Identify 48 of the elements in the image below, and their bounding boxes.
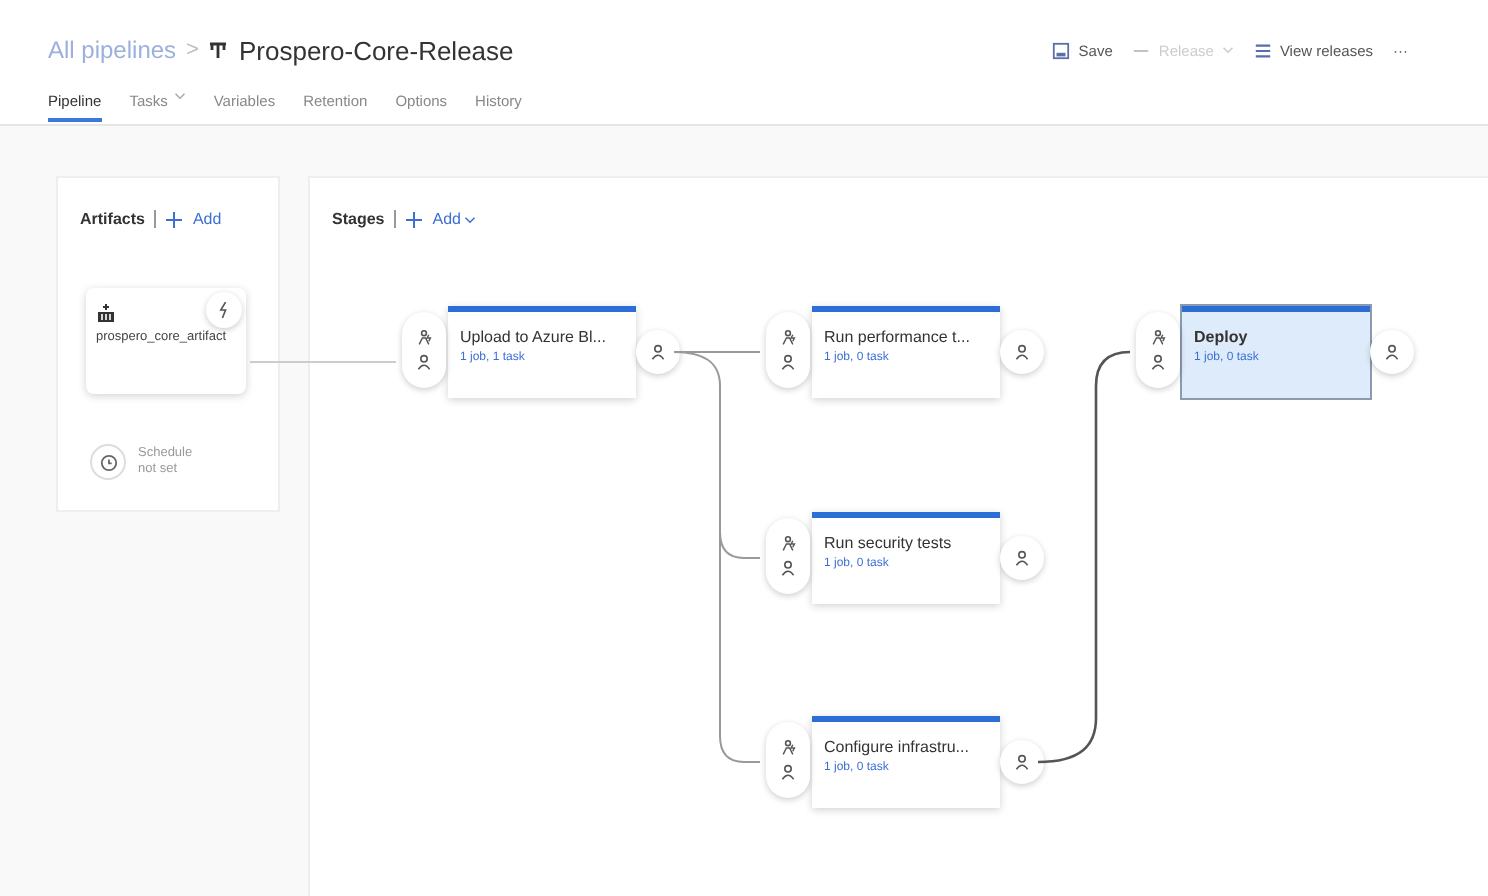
clock-icon	[99, 453, 117, 471]
trigger-icon	[780, 330, 796, 346]
person-icon	[416, 354, 432, 370]
person-icon	[780, 764, 796, 780]
pre-deployment-conditions-button[interactable]	[766, 722, 810, 798]
plus-icon	[166, 211, 183, 227]
plus-icon	[406, 211, 423, 227]
artifacts-heading: Artifacts	[80, 210, 145, 228]
stage-name: Deploy	[1194, 328, 1250, 346]
artifact-icon	[96, 304, 116, 324]
schedule-button[interactable]	[90, 444, 126, 480]
post-deployment-conditions-button[interactable]	[636, 330, 680, 374]
trigger-icon	[1150, 330, 1166, 346]
add-artifact-link[interactable]: Add	[166, 210, 222, 228]
post-deployment-conditions-button[interactable]	[1000, 330, 1044, 374]
add-stage-link[interactable]: Add	[406, 210, 477, 228]
stage-name: Run performance t...	[824, 328, 972, 346]
person-icon	[1384, 344, 1400, 360]
stages-heading: Stages	[332, 210, 385, 228]
post-deployment-conditions-button[interactable]	[1000, 740, 1044, 784]
stage-name: Configure infrastru...	[824, 738, 971, 756]
pre-deployment-conditions-button[interactable]	[402, 312, 446, 388]
person-icon	[650, 344, 666, 360]
stage-name: Run security tests	[824, 534, 954, 552]
pre-deployment-conditions-button[interactable]	[766, 312, 810, 388]
list-icon	[1253, 41, 1272, 59]
person-icon	[1150, 354, 1166, 370]
pre-deployment-conditions-button[interactable]	[766, 518, 810, 594]
stage-name: Upload to Azure Bl...	[460, 328, 608, 346]
pre-deployment-conditions-button[interactable]	[1136, 312, 1180, 388]
caret-icon	[464, 215, 477, 223]
pipeline-icon	[208, 40, 229, 60]
trigger-button[interactable]	[206, 292, 242, 328]
person-icon	[780, 354, 796, 370]
person-icon	[1014, 754, 1030, 770]
post-deployment-conditions-button[interactable]	[1000, 536, 1044, 580]
person-icon	[1014, 344, 1030, 360]
pipeline-title: Prospero-Core-Release	[238, 35, 514, 65]
person-icon	[1014, 550, 1030, 566]
breadcrumb-separator: >	[186, 38, 199, 62]
trigger-icon	[416, 330, 432, 346]
save-icon	[1052, 41, 1071, 59]
trigger-icon	[780, 536, 796, 552]
lightning-icon	[216, 302, 232, 318]
person-icon	[780, 560, 796, 576]
trigger-icon	[780, 740, 796, 756]
post-deployment-conditions-button[interactable]	[1370, 330, 1414, 374]
caret-icon	[1221, 46, 1234, 54]
